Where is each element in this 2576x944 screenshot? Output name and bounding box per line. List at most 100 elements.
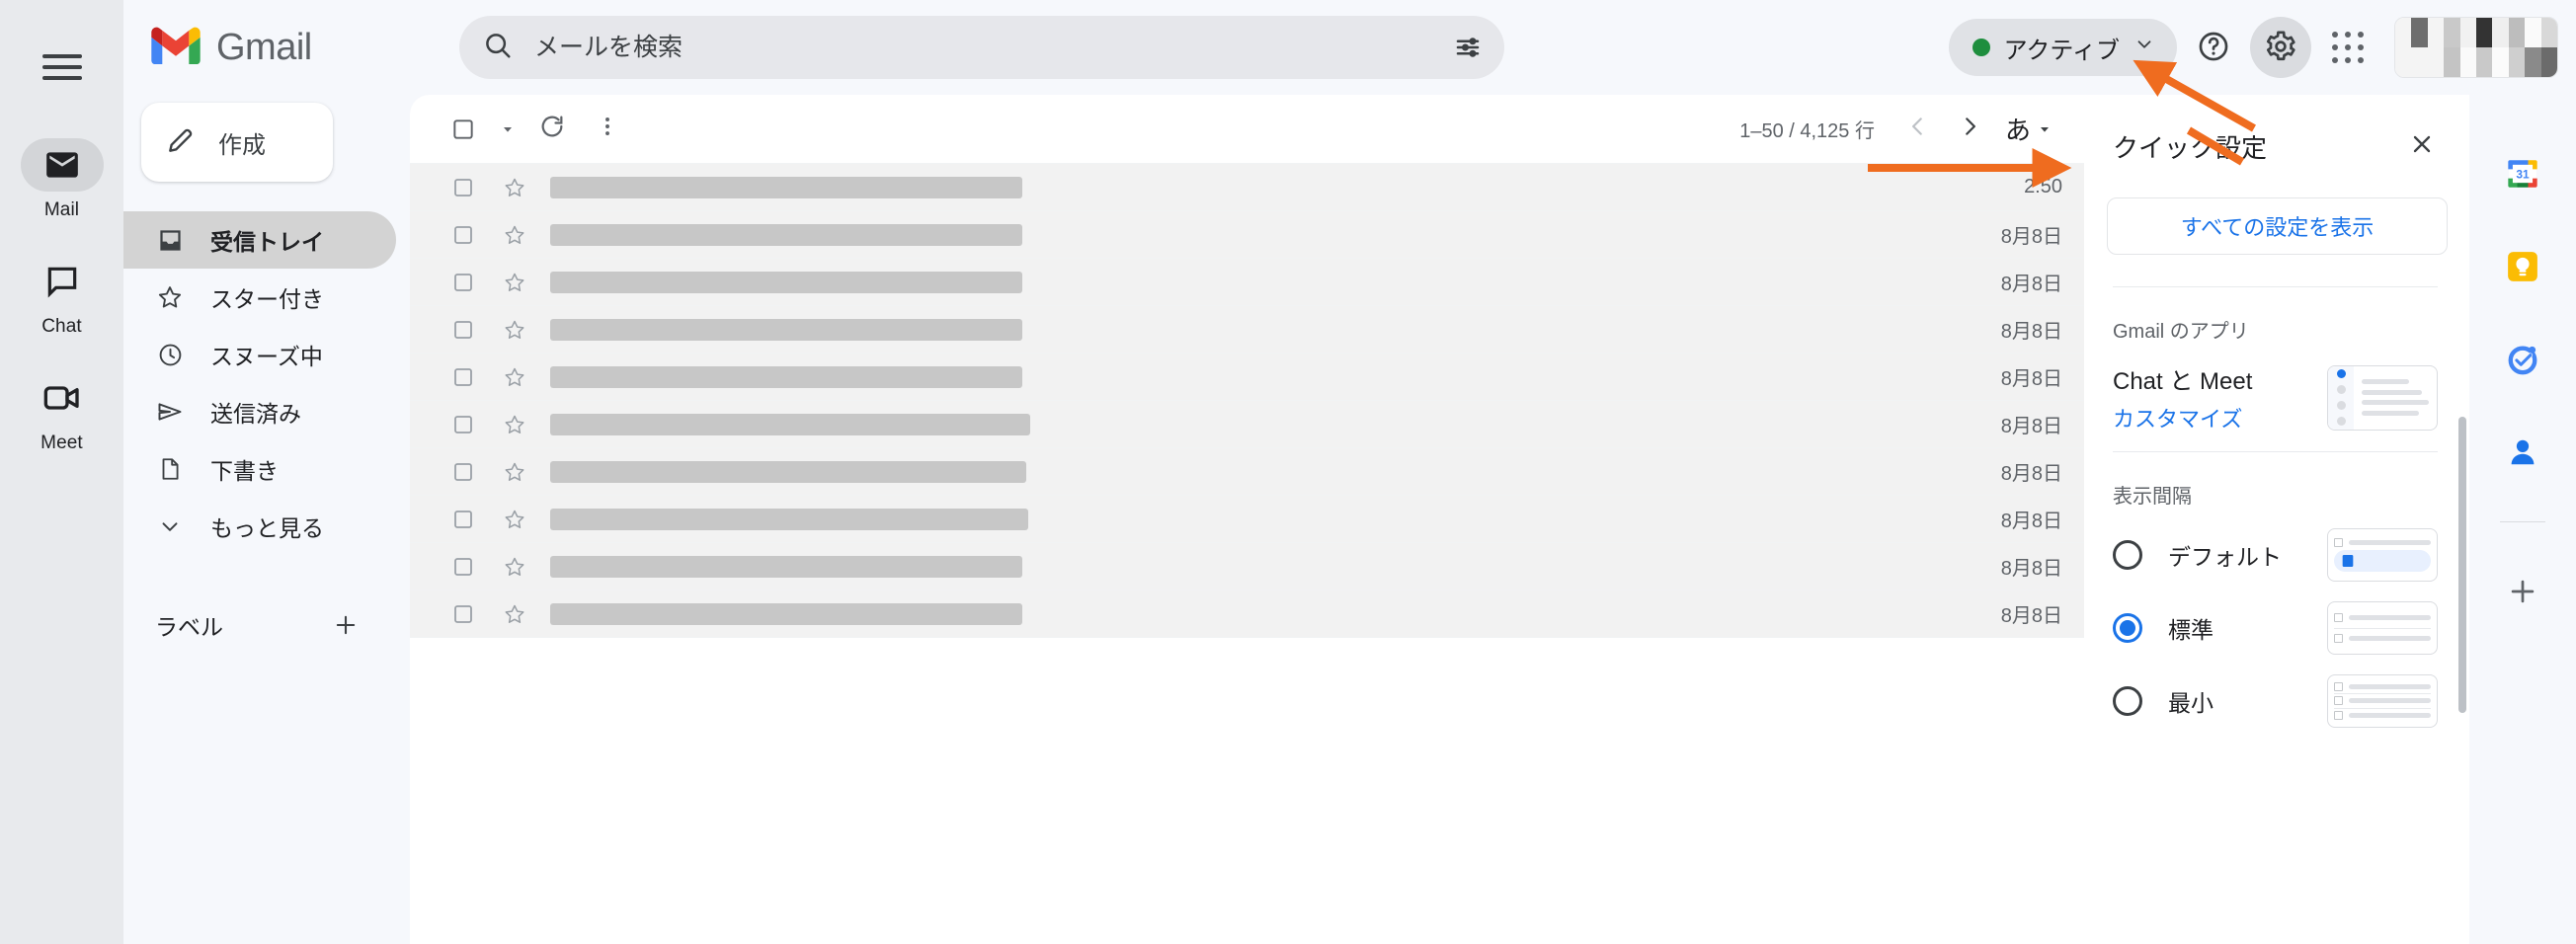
density-option-comfortable[interactable]: 標準 bbox=[2085, 591, 2465, 665]
sidebar-item-drafts[interactable]: 下書き bbox=[123, 440, 396, 498]
rail-item-meet[interactable]: Meet bbox=[0, 371, 123, 454]
google-contacts-icon[interactable] bbox=[2499, 429, 2546, 476]
row-checkbox[interactable] bbox=[438, 271, 489, 294]
search-icon bbox=[483, 31, 513, 65]
radio-default[interactable] bbox=[2113, 540, 2142, 570]
app-rail-items: Mail Chat Meet bbox=[0, 138, 123, 488]
sidebar-item-inbox[interactable]: 受信トレイ bbox=[123, 211, 396, 269]
table-row[interactable]: 8月8日 bbox=[410, 354, 2084, 401]
sidebar-item-more[interactable]: もっと見る bbox=[123, 498, 396, 555]
row-checkbox[interactable] bbox=[438, 460, 489, 484]
row-checkbox[interactable] bbox=[438, 176, 489, 199]
star-icon[interactable] bbox=[489, 223, 540, 247]
page-count: 1–50 / 4,125 行 bbox=[1739, 120, 1875, 142]
sidebar-item-label: 送信済み bbox=[210, 401, 301, 427]
star-icon[interactable] bbox=[489, 602, 540, 626]
more-options-button[interactable] bbox=[582, 104, 633, 155]
gear-icon bbox=[2264, 30, 2297, 66]
list-toolbar: 1–50 / 4,125 行 あ bbox=[410, 95, 2084, 164]
density-option-compact[interactable]: 最小 bbox=[2085, 665, 2465, 738]
google-tasks-icon[interactable] bbox=[2499, 336, 2546, 383]
select-all-checkbox[interactable] bbox=[438, 104, 489, 155]
row-checkbox[interactable] bbox=[438, 602, 489, 626]
google-keep-icon[interactable] bbox=[2499, 243, 2546, 290]
row-checkbox[interactable] bbox=[438, 508, 489, 531]
star-icon[interactable] bbox=[489, 460, 540, 484]
sidebar-item-starred[interactable]: スター付き bbox=[123, 269, 396, 326]
sidebar-item-label: 下書き bbox=[210, 458, 279, 484]
table-row[interactable]: 8月8日 bbox=[410, 211, 2084, 259]
close-icon bbox=[2408, 130, 2436, 163]
row-checkbox[interactable] bbox=[438, 413, 489, 436]
star-icon[interactable] bbox=[489, 365, 540, 389]
row-checkbox[interactable] bbox=[438, 555, 489, 579]
sidebar-item-snoozed[interactable]: スヌーズ中 bbox=[123, 326, 396, 383]
hamburger-menu-icon bbox=[41, 47, 82, 87]
density-option-compact-left: 最小 bbox=[2113, 684, 2214, 718]
all-settings-button[interactable]: すべての設定を表示 bbox=[2107, 197, 2448, 255]
row-date: 8月8日 bbox=[2000, 274, 2062, 295]
table-row[interactable]: 8月8日 bbox=[410, 306, 2084, 354]
search-options-icon[interactable] bbox=[1453, 33, 1483, 62]
status-label: アクティブ bbox=[2003, 37, 2120, 64]
input-method-button[interactable]: あ bbox=[1995, 104, 2062, 155]
row-checkbox[interactable] bbox=[438, 318, 489, 342]
sidebar-item-label: スター付き bbox=[210, 286, 324, 312]
help-button[interactable] bbox=[2183, 17, 2244, 78]
close-button[interactable] bbox=[2396, 120, 2448, 172]
search-input[interactable] bbox=[513, 33, 1443, 62]
star-icon[interactable] bbox=[489, 555, 540, 579]
row-checkbox[interactable] bbox=[438, 365, 489, 389]
quick-settings-header: クイック設定 bbox=[2085, 95, 2469, 186]
rail-item-label: Mail bbox=[43, 199, 80, 220]
google-calendar-icon[interactable]: 31 bbox=[2499, 150, 2546, 197]
sidebar-item-sent[interactable]: 送信済み bbox=[123, 383, 396, 440]
quick-settings-scrollbar[interactable] bbox=[2458, 417, 2466, 713]
rail-item-label: Meet bbox=[40, 433, 83, 453]
labels-title: ラベル bbox=[155, 614, 223, 640]
select-all-dropdown[interactable] bbox=[493, 104, 523, 155]
refresh-button[interactable] bbox=[526, 104, 578, 155]
table-row[interactable]: 8月8日 bbox=[410, 543, 2084, 590]
compose-button[interactable]: 作成 bbox=[141, 103, 333, 182]
next-page-button[interactable] bbox=[1944, 104, 1995, 155]
chat-preview-rail bbox=[2328, 365, 2354, 430]
chat-and-meet-title: Chat と Meet bbox=[2113, 368, 2253, 395]
gmail-brand[interactable]: Gmail bbox=[151, 27, 438, 69]
star-icon[interactable] bbox=[489, 508, 540, 531]
density-option-default[interactable]: デフォルト bbox=[2085, 518, 2465, 591]
radio-comfortable[interactable] bbox=[2113, 613, 2142, 643]
table-row[interactable]: 8月8日 bbox=[410, 401, 2084, 448]
redacted-subject bbox=[550, 365, 1022, 388]
radio-compact[interactable] bbox=[2113, 686, 2142, 716]
rail-item-mail[interactable]: Mail bbox=[0, 138, 123, 221]
table-row[interactable]: 8月8日 bbox=[410, 259, 2084, 306]
table-row[interactable]: 8月8日 bbox=[410, 590, 2084, 638]
star-icon[interactable] bbox=[489, 413, 540, 436]
add-side-panel-app-button[interactable] bbox=[2497, 568, 2548, 619]
help-circle-icon bbox=[2197, 30, 2230, 66]
table-row[interactable]: 8月8日 bbox=[410, 448, 2084, 496]
status-chip[interactable]: アクティブ bbox=[1948, 19, 2177, 76]
search-bar[interactable] bbox=[459, 16, 1504, 79]
avatar[interactable] bbox=[2394, 17, 2558, 78]
add-label-button[interactable] bbox=[323, 602, 368, 648]
sidebar-item-label: 受信トレイ bbox=[210, 229, 324, 255]
mail-list: 1–50 / 4,125 行 あ 2:50 8月8日 8月8日 8月8日 8月8… bbox=[410, 95, 2084, 944]
rail-item-chat[interactable]: Chat bbox=[0, 255, 123, 338]
density-option-comfortable-left: 標準 bbox=[2113, 611, 2214, 645]
customize-link[interactable]: カスタマイズ bbox=[2113, 402, 2252, 433]
labels-header: ラベル bbox=[123, 596, 396, 654]
row-checkbox[interactable] bbox=[438, 223, 489, 247]
table-row[interactable]: 2:50 bbox=[410, 164, 2084, 211]
mail-icon bbox=[43, 146, 81, 184]
table-row[interactable]: 8月8日 bbox=[410, 496, 2084, 543]
previous-page-button[interactable] bbox=[1892, 104, 1944, 155]
google-apps-button[interactable] bbox=[2317, 17, 2378, 78]
hamburger-menu-button[interactable] bbox=[23, 28, 102, 107]
star-icon[interactable] bbox=[489, 271, 540, 294]
star-icon[interactable] bbox=[489, 176, 540, 199]
star-icon[interactable] bbox=[489, 318, 540, 342]
settings-button[interactable] bbox=[2250, 17, 2311, 78]
draft-file-icon bbox=[155, 456, 185, 482]
